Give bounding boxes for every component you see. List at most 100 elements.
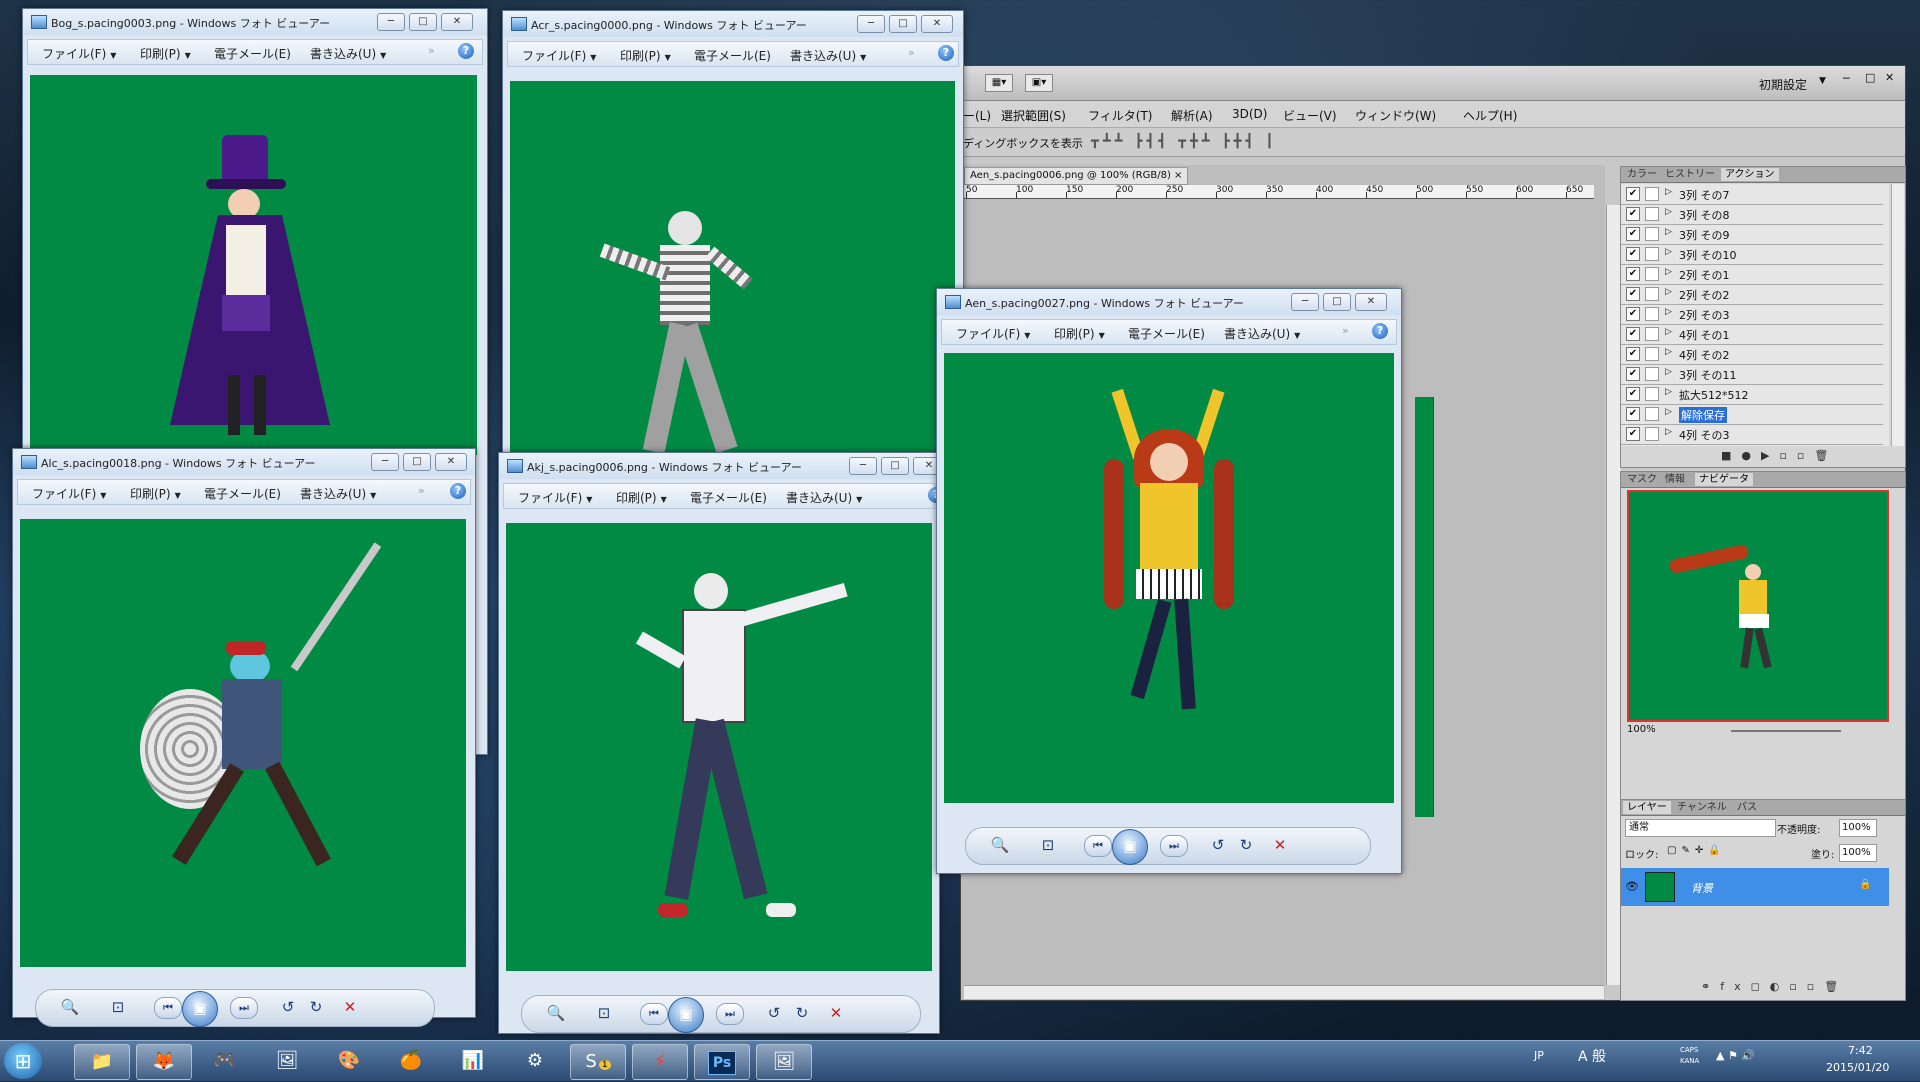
menu-email[interactable]: 電子メール(E): [1128, 325, 1205, 342]
tray-icons[interactable]: ▲ ⚑ 🔊: [1716, 1049, 1755, 1062]
expand-triangle-icon[interactable]: ▷: [1665, 227, 1672, 237]
action-dialog-toggle[interactable]: [1645, 287, 1659, 301]
action-enable-checkbox[interactable]: ✔: [1626, 247, 1640, 261]
ps-view-extras-icon[interactable]: ▦▾: [985, 74, 1013, 92]
help-icon[interactable]: ?: [938, 45, 954, 61]
delete-icon[interactable]: ✕: [1268, 835, 1292, 855]
maximize-button[interactable]: □: [403, 453, 431, 471]
ps-align-icons[interactable]: ┳┻┻ ┣┫┫ ┳╋┻ ┣╋┫ ┃: [1091, 134, 1277, 149]
navigator-zoom-value[interactable]: 100%: [1627, 724, 1656, 735]
maximize-button[interactable]: □: [1323, 293, 1351, 311]
action-dialog-toggle[interactable]: [1645, 267, 1659, 281]
action-enable-checkbox[interactable]: ✔: [1626, 207, 1640, 221]
menu-email[interactable]: 電子メール(E): [204, 485, 281, 502]
tray-ime[interactable]: A 般: [1578, 1046, 1606, 1066]
menu-file[interactable]: ファイル(F) ▼: [518, 489, 592, 506]
expand-triangle-icon[interactable]: ▷: [1665, 207, 1672, 217]
close-button[interactable]: ✕: [435, 453, 467, 471]
action-dialog-toggle[interactable]: [1645, 187, 1659, 201]
action-enable-checkbox[interactable]: ✔: [1626, 327, 1640, 341]
action-item[interactable]: ✔ ▷ 4列 その3: [1621, 424, 1883, 445]
close-button[interactable]: ✕: [921, 15, 953, 33]
rotate-left-icon[interactable]: ↺: [1206, 835, 1230, 855]
close-button[interactable]: ✕: [1355, 293, 1387, 311]
expand-triangle-icon[interactable]: ▷: [1665, 267, 1672, 277]
action-dialog-toggle[interactable]: [1645, 247, 1659, 261]
menu-print[interactable]: 印刷(P) ▼: [616, 489, 667, 506]
taskbar-gear-icon[interactable]: ⚙: [508, 1044, 562, 1078]
eye-icon[interactable]: 👁: [1625, 880, 1639, 893]
tab-color[interactable]: カラー: [1623, 168, 1661, 181]
ps-menu-help[interactable]: ヘルプ(H): [1463, 107, 1517, 124]
action-enable-checkbox[interactable]: ✔: [1626, 227, 1640, 241]
ps-minimize-button[interactable]: ─: [1843, 72, 1850, 85]
blend-mode-select[interactable]: 通常: [1625, 819, 1776, 837]
action-item[interactable]: ✔ ▷ 4列 その1: [1621, 324, 1883, 345]
photo-viewer-akj[interactable]: Akj_s.pacing0006.png - Windows フォト ビューアー…: [498, 452, 945, 1034]
action-dialog-toggle[interactable]: [1645, 227, 1659, 241]
menu-burn[interactable]: 書き込み(U) ▼: [790, 47, 866, 64]
ps-actions-footer-icons[interactable]: ■●▶▫▫🗑: [1721, 449, 1838, 462]
fill-field[interactable]: 100%: [1839, 844, 1877, 862]
menu-file[interactable]: ファイル(F) ▼: [956, 325, 1030, 342]
lock-icons[interactable]: ▢✎✛🔒: [1667, 845, 1726, 856]
ps-document-tab-close[interactable]: ×: [1174, 170, 1182, 181]
slideshow-icon[interactable]: ▣: [182, 991, 218, 1027]
rotate-right-icon[interactable]: ↻: [1234, 835, 1258, 855]
taskbar-score-icon[interactable]: 📊: [446, 1044, 500, 1078]
rotate-right-icon[interactable]: ↻: [790, 1003, 814, 1023]
fit-icon[interactable]: ⊡: [592, 1003, 616, 1023]
tray-language[interactable]: JP: [1534, 1049, 1544, 1062]
action-item[interactable]: ✔ ▷ 2列 その1: [1621, 264, 1883, 285]
minimize-button[interactable]: ─: [377, 13, 405, 31]
ps-menu-analysis[interactable]: 解析(A): [1171, 107, 1213, 124]
action-enable-checkbox[interactable]: ✔: [1626, 187, 1640, 201]
action-item[interactable]: ✔ ▷ 3列 その11: [1621, 364, 1883, 385]
action-dialog-toggle[interactable]: [1645, 367, 1659, 381]
fit-icon[interactable]: ⊡: [1036, 835, 1060, 855]
minimize-button[interactable]: ─: [857, 15, 885, 33]
menu-more-icon[interactable]: »: [428, 44, 435, 57]
action-dialog-toggle[interactable]: [1645, 327, 1659, 341]
menu-burn[interactable]: 書き込み(U) ▼: [310, 45, 386, 62]
tab-history[interactable]: ヒストリー: [1661, 168, 1719, 181]
delete-icon[interactable]: ✕: [824, 1003, 848, 1023]
action-enable-checkbox[interactable]: ✔: [1626, 387, 1640, 401]
zoom-icon[interactable]: 🔍: [988, 835, 1012, 855]
action-enable-checkbox[interactable]: ✔: [1626, 367, 1640, 381]
expand-triangle-icon[interactable]: ▷: [1665, 387, 1672, 397]
action-dialog-toggle[interactable]: [1645, 207, 1659, 221]
tab-paths[interactable]: パス: [1733, 801, 1761, 814]
expand-triangle-icon[interactable]: ▷: [1665, 427, 1672, 437]
tab-layers[interactable]: レイヤー: [1623, 801, 1671, 814]
menu-email[interactable]: 電子メール(E): [690, 489, 767, 506]
menu-file[interactable]: ファイル(F) ▼: [32, 485, 106, 502]
tab-mask[interactable]: マスク: [1623, 473, 1661, 486]
tab-info[interactable]: 情報: [1661, 473, 1689, 486]
menu-email[interactable]: 電子メール(E): [214, 45, 291, 62]
taskbar-paint-icon[interactable]: 🎨: [322, 1044, 376, 1078]
photo-viewer-alc[interactable]: Alc_s.pacing0018.png - Windows フォト ビューアー…: [12, 448, 476, 1027]
previous-icon[interactable]: ⏮: [154, 997, 182, 1019]
ps-menu-select[interactable]: 選択範囲(S): [1001, 107, 1066, 124]
menu-print[interactable]: 印刷(P) ▼: [620, 47, 671, 64]
ps-menu-view[interactable]: ビュー(V): [1283, 107, 1337, 124]
ps-vertical-scrollbar[interactable]: [1606, 205, 1621, 985]
maximize-button[interactable]: □: [409, 13, 437, 31]
zoom-icon[interactable]: 🔍: [544, 1003, 568, 1023]
ps-maximize-button[interactable]: □: [1865, 71, 1875, 84]
ps-workspace-dropdown-icon[interactable]: ▼: [1819, 76, 1826, 86]
action-enable-checkbox[interactable]: ✔: [1626, 287, 1640, 301]
ps-menu-filter[interactable]: フィルタ(T): [1088, 107, 1152, 124]
ps-document-tab[interactable]: Aen_s.pacing0006.png @ 100% (RGB/8) ×: [964, 167, 1189, 185]
menu-burn[interactable]: 書き込み(U) ▼: [786, 489, 862, 506]
taskbar-photo-viewer-icon[interactable]: 🖼: [756, 1044, 812, 1080]
action-enable-checkbox[interactable]: ✔: [1626, 347, 1640, 361]
help-icon[interactable]: ?: [458, 43, 474, 59]
ps-menu-window[interactable]: ウィンドウ(W): [1355, 107, 1436, 124]
tray-date[interactable]: 2015/01/20: [1826, 1061, 1889, 1074]
menu-email[interactable]: 電子メール(E): [694, 47, 771, 64]
action-item[interactable]: ✔ ▷ 拡大512*512: [1621, 384, 1883, 405]
action-enable-checkbox[interactable]: ✔: [1626, 307, 1640, 321]
action-item[interactable]: ✔ ▷ 2列 その2: [1621, 284, 1883, 305]
